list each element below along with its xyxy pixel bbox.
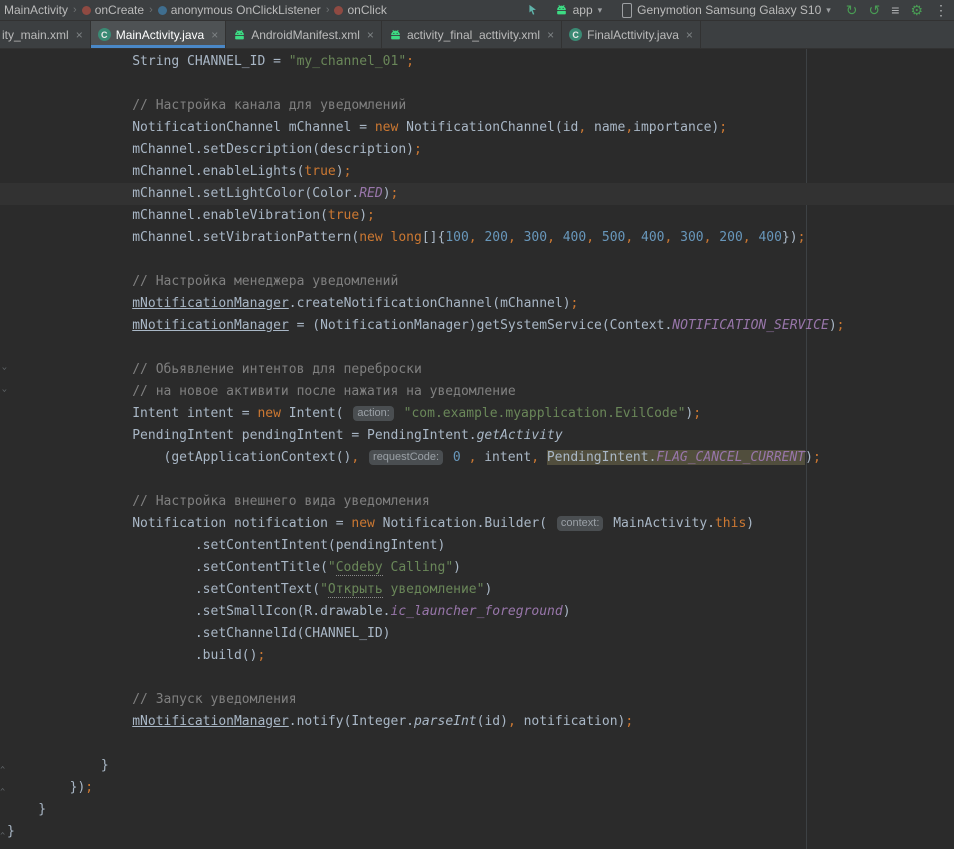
method-icon — [82, 6, 91, 15]
code-line[interactable]: }); — [0, 777, 954, 799]
breadcrumb: MainActivity › onCreate › anonymous OnClickL… — [2, 3, 389, 17]
code-line[interactable]: Intent intent = new Intent( action: "com… — [0, 403, 954, 425]
breadcrumb-label: onClick — [347, 3, 386, 17]
breadcrumb-item[interactable]: anonymous OnClickListener — [156, 3, 323, 17]
code-line[interactable]: Notification notification = new Notifica… — [0, 513, 954, 535]
toolbar-icons: ↻ ↺ ≡ ⚙ ⋮ — [846, 3, 950, 17]
code-line[interactable]: .setContentText("Открыть уведомление") — [0, 579, 954, 601]
code-line[interactable]: .setContentIntent(pendingIntent) — [0, 535, 954, 557]
code-line[interactable]: mChannel.enableLights(true); — [0, 161, 954, 183]
fold-marker-icon[interactable]: › — [0, 366, 9, 375]
inlay-hint: action: — [353, 406, 393, 421]
anonymous-class-icon — [158, 6, 167, 15]
breadcrumb-label: onCreate — [95, 3, 144, 17]
code-line[interactable]: // Настройка менеджера уведомлений — [0, 271, 954, 293]
code-line[interactable]: mNotificationManager.notify(Integer.pars… — [0, 711, 954, 733]
code-line[interactable]: mChannel.enableVibration(true); — [0, 205, 954, 227]
code-line[interactable] — [0, 469, 954, 491]
sync-icon[interactable]: ↻ — [846, 3, 858, 17]
breadcrumb-item[interactable]: onClick — [332, 3, 388, 17]
run-configuration-select[interactable]: app ▾ — [550, 2, 608, 18]
android-icon — [555, 4, 568, 16]
code-line[interactable]: String CHANNEL_ID = "my_channel_01"; — [0, 51, 954, 73]
tab-MainActivity.java[interactable]: C MainActivity.java × — [91, 21, 227, 48]
inlay-hint: requestCode: — [369, 450, 443, 465]
tab-close-icon[interactable]: × — [547, 28, 554, 42]
tab-close-icon[interactable]: × — [211, 28, 218, 42]
chevron-down-icon: ▾ — [598, 5, 603, 16]
code-line[interactable]: // Настройка внешнего вида уведомления — [0, 491, 954, 513]
class-icon: C — [98, 28, 111, 41]
breadcrumb-separator-icon: › — [148, 4, 154, 16]
code-line[interactable]: } — [0, 799, 954, 821]
tab-FinalActtivity.java[interactable]: C FinalActtivity.java × — [562, 21, 701, 48]
code-line[interactable]: mNotificationManager.createNotificationC… — [0, 293, 954, 315]
tab-label: AndroidManifest.xml — [251, 28, 360, 42]
breadcrumb-label: MainActivity — [4, 3, 68, 17]
device-select[interactable]: Genymotion Samsung Galaxy S10 ▾ — [617, 2, 836, 19]
breadcrumb-label: anonymous OnClickListener — [171, 3, 321, 17]
code-area[interactable]: String CHANNEL_ID = "my_channel_01"; // … — [0, 49, 954, 843]
run-configuration-label: app — [573, 3, 593, 17]
code-line[interactable]: .setSmallIcon(R.drawable.ic_launcher_for… — [0, 601, 954, 623]
breadcrumb-separator-icon: › — [72, 4, 78, 16]
code-line[interactable]: mChannel.setDescription(description); — [0, 139, 954, 161]
code-line[interactable] — [0, 733, 954, 755]
tab-activity_final_acttivity.xml[interactable]: activity_final_acttivity.xml × — [382, 21, 562, 48]
code-line[interactable]: } — [0, 821, 954, 843]
class-icon: C — [569, 28, 582, 41]
tab-label: ity_main.xml — [2, 28, 69, 42]
fold-marker-icon[interactable]: › — [0, 388, 9, 397]
cursor-icon[interactable] — [527, 4, 540, 17]
device-label: Genymotion Samsung Galaxy S10 — [637, 3, 821, 17]
tab-AndroidManifest.xml[interactable]: AndroidManifest.xml × — [226, 21, 382, 48]
code-line[interactable]: .setChannelId(CHANNEL_ID) — [0, 623, 954, 645]
code-line[interactable]: (getApplicationContext(), requestCode: 0… — [0, 447, 954, 469]
code-line[interactable]: PendingIntent pendingIntent = PendingInt… — [0, 425, 954, 447]
tab-label: activity_final_acttivity.xml — [407, 28, 540, 42]
code-line[interactable]: mChannel.setLightColor(Color.RED); — [0, 183, 954, 205]
editor-tabs: ity_main.xml×CMainActivity.java×AndroidM… — [0, 21, 954, 49]
code-line[interactable]: mChannel.setVibrationPattern(new long[]{… — [0, 227, 954, 249]
breadcrumb-item[interactable]: onCreate — [80, 3, 146, 17]
code-line[interactable]: mNotificationManager = (NotificationMana… — [0, 315, 954, 337]
breadcrumb-item[interactable]: MainActivity — [2, 3, 70, 17]
more-icon[interactable]: ⋮ — [934, 3, 948, 17]
fold-marker-icon[interactable]: › — [0, 784, 9, 793]
fold-marker-icon[interactable]: › — [0, 762, 9, 771]
profiler-icon[interactable]: ≡ — [891, 3, 899, 17]
phone-icon — [622, 3, 632, 18]
code-line[interactable]: .build(); — [0, 645, 954, 667]
fold-marker-icon[interactable]: › — [0, 828, 9, 837]
code-line[interactable] — [0, 667, 954, 689]
code-line[interactable]: } — [0, 755, 954, 777]
navigation-bar: MainActivity › onCreate › anonymous OnClickL… — [0, 0, 954, 21]
android-icon — [389, 29, 402, 41]
code-editor[interactable]: String CHANNEL_ID = "my_channel_01"; // … — [0, 49, 954, 849]
code-line[interactable]: // Настройка канала для уведомлений — [0, 95, 954, 117]
run-toolbar: app ▾ Genymotion Samsung Galaxy S10 ▾ ↻ ↺… — [527, 2, 950, 19]
code-line[interactable] — [0, 337, 954, 359]
tab-label: FinalActtivity.java — [587, 28, 679, 42]
settings-icon[interactable]: ⚙ — [910, 3, 923, 17]
android-icon — [233, 29, 246, 41]
code-line[interactable] — [0, 73, 954, 95]
run-icon[interactable]: ↺ — [869, 3, 881, 17]
tab-ity_main.xml[interactable]: ity_main.xml × — [0, 21, 91, 48]
chevron-down-icon: ▾ — [826, 5, 831, 16]
tab-close-icon[interactable]: × — [686, 28, 693, 42]
code-line[interactable]: // Запуск уведомления — [0, 689, 954, 711]
code-line[interactable] — [0, 249, 954, 271]
code-line[interactable]: NotificationChannel mChannel = new Notif… — [0, 117, 954, 139]
tab-close-icon[interactable]: × — [367, 28, 374, 42]
tab-label: MainActivity.java — [116, 28, 204, 42]
breadcrumb-separator-icon: › — [325, 4, 331, 16]
method-icon — [334, 6, 343, 15]
code-line[interactable]: .setContentTitle("Codeby Calling") — [0, 557, 954, 579]
code-line[interactable]: // на новое активити после нажатия на ув… — [0, 381, 954, 403]
code-line[interactable]: // Обьявление интентов для переброски — [0, 359, 954, 381]
inlay-hint: context: — [557, 516, 604, 531]
tab-close-icon[interactable]: × — [76, 28, 83, 42]
